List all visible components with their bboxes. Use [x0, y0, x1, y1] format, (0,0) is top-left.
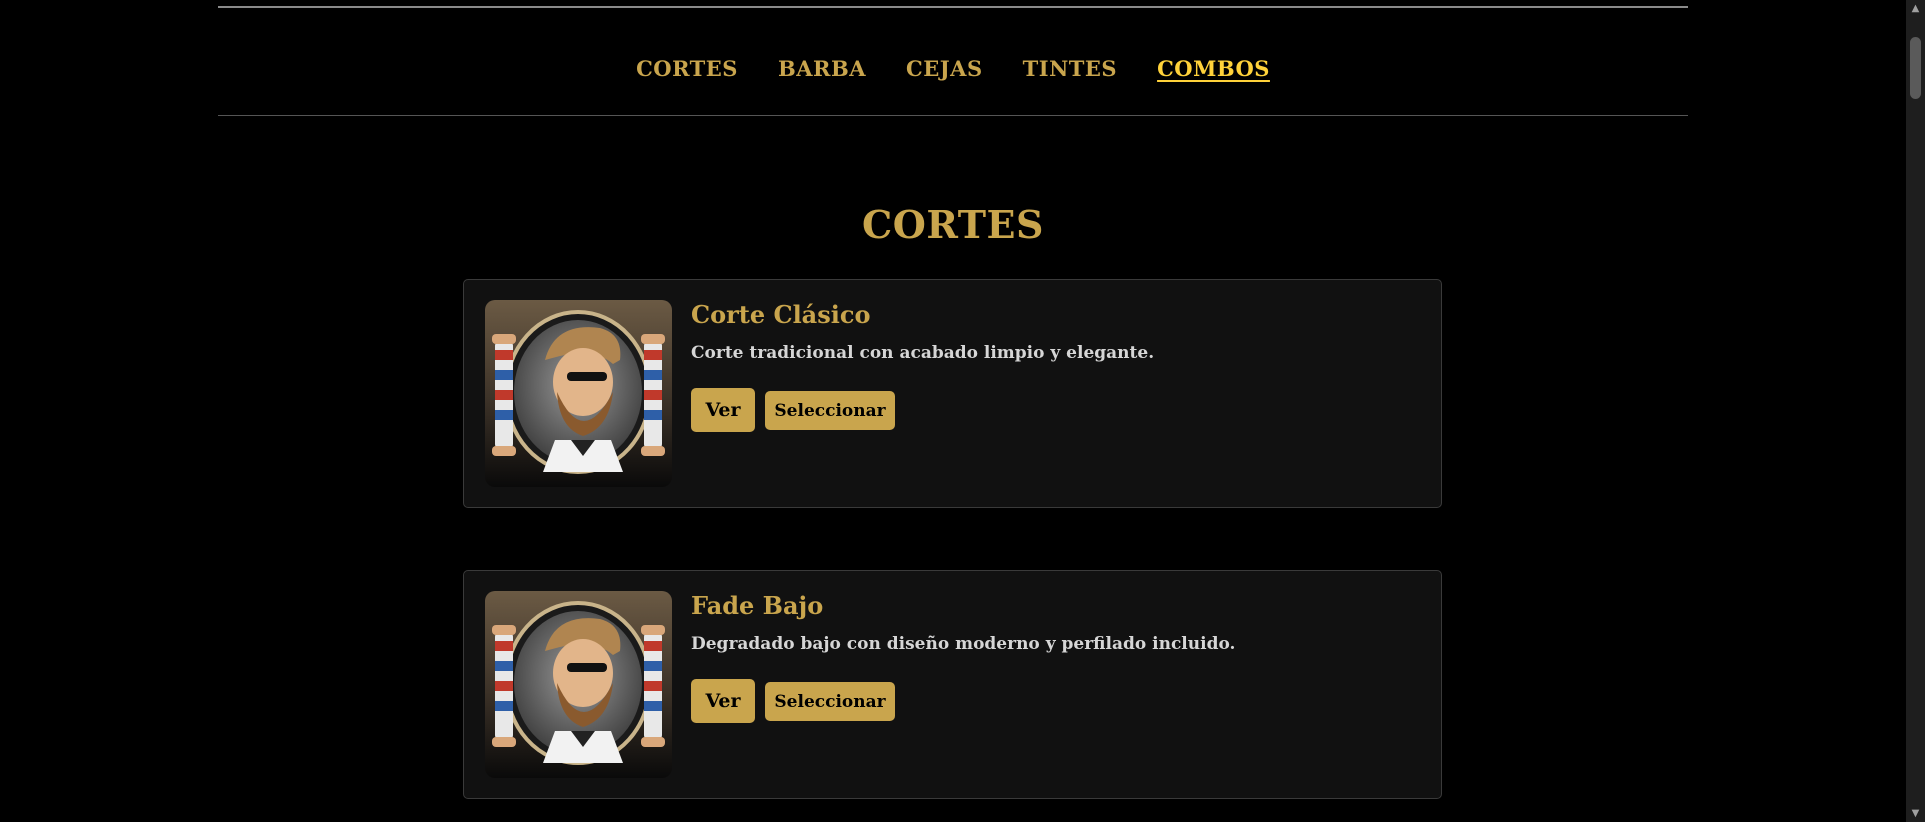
nav-item-cejas[interactable]: CEJAS	[906, 56, 983, 81]
barber-logo-icon	[485, 591, 672, 778]
section-title: CORTES	[862, 202, 1044, 247]
view-button[interactable]: Ver	[691, 388, 755, 432]
scrollbar-thumb[interactable]	[1910, 37, 1921, 99]
service-description: Corte tradicional con acabado limpio y e…	[691, 343, 1155, 363]
nav-item-tintes[interactable]: TINTES	[1023, 56, 1117, 81]
view-button[interactable]: Ver	[691, 679, 755, 723]
service-card: Fade Bajo Degradado bajo con diseño mode…	[463, 570, 1442, 799]
nav-item-cortes[interactable]: CORTES	[636, 56, 738, 81]
service-card: Corte Clásico Corte tradicional con acab…	[463, 279, 1442, 508]
select-button[interactable]: Seleccionar	[765, 391, 895, 430]
barber-logo-icon	[485, 300, 672, 487]
nav-item-barba[interactable]: BARBA	[778, 56, 866, 81]
nav-item-combos[interactable]: COMBOS	[1157, 56, 1270, 81]
arrow-up-icon[interactable]: ▲	[1906, 0, 1925, 17]
service-title: Corte Clásico	[691, 300, 871, 329]
service-description: Degradado bajo con diseño moderno y perf…	[691, 634, 1236, 654]
category-nav: CORTES BARBA CEJAS TINTES COMBOS	[218, 8, 1688, 116]
vertical-scrollbar[interactable]: ▲ ▼	[1906, 0, 1925, 822]
arrow-down-icon[interactable]: ▼	[1906, 805, 1925, 822]
service-title: Fade Bajo	[691, 591, 824, 620]
select-button[interactable]: Seleccionar	[765, 682, 895, 721]
page: CORTES BARBA CEJAS TINTES COMBOS CORTES	[0, 0, 1925, 822]
